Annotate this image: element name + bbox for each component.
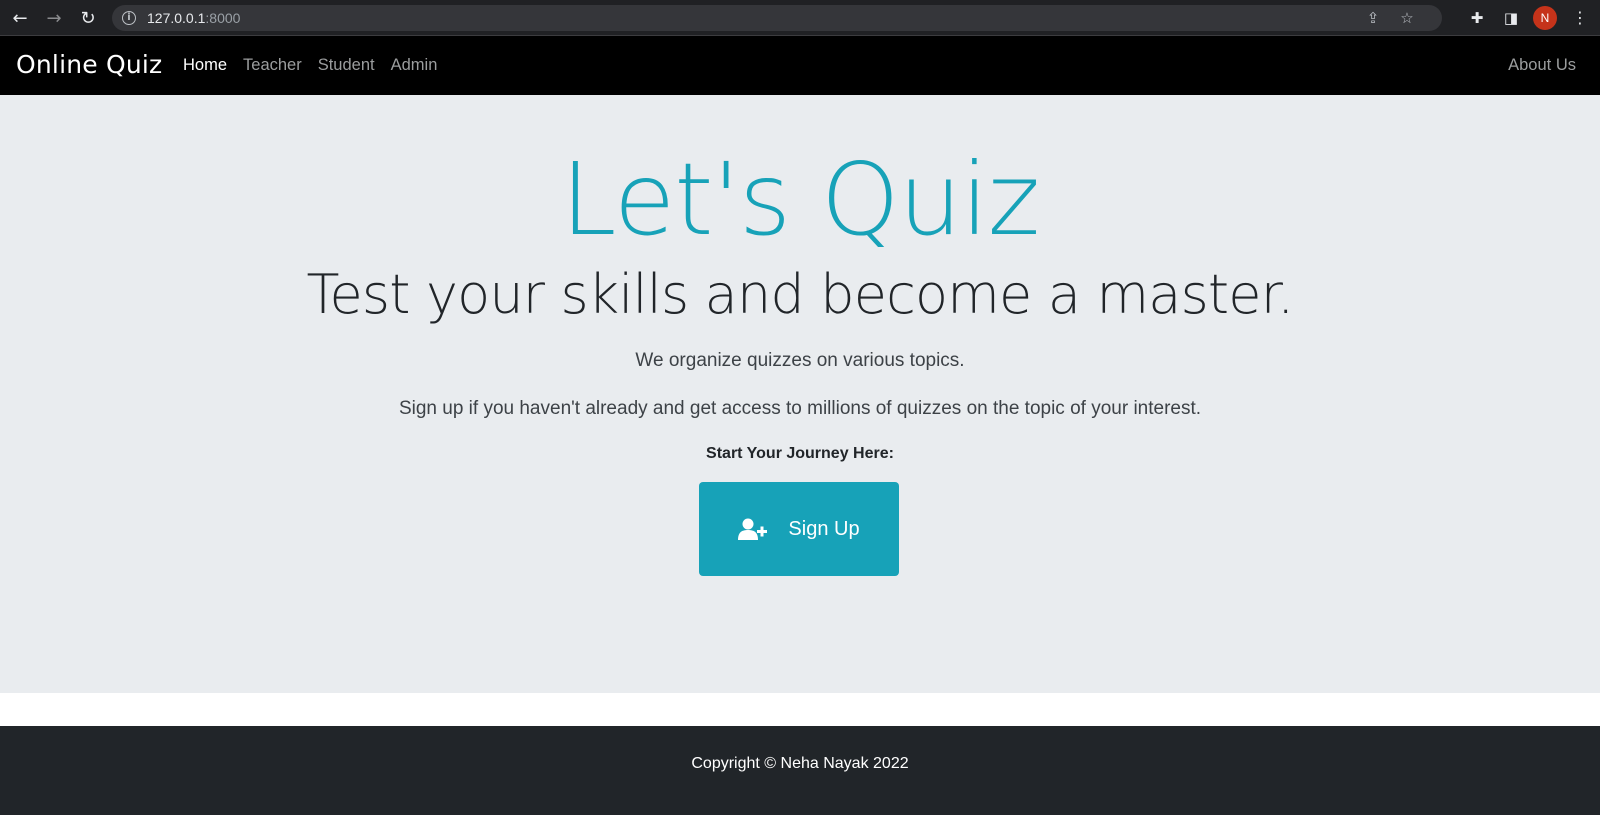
address-bar[interactable]: i 127.0.0.1:8000 ⇪ ☆ <box>112 5 1442 31</box>
forward-arrow-icon[interactable]: → <box>42 6 66 30</box>
brand-logo[interactable]: Online Quiz <box>16 50 162 79</box>
back-arrow-icon[interactable]: ← <box>8 6 32 30</box>
hero-title: Let's Quiz <box>560 141 1040 258</box>
nav-links: Home Teacher Student Admin <box>183 36 453 95</box>
url-port: :8000 <box>205 10 241 26</box>
side-panel-icon[interactable]: ◨ <box>1500 7 1522 29</box>
user-plus-icon <box>738 517 768 541</box>
nav-link-student[interactable]: Student <box>318 56 375 75</box>
hero-paragraph-signup: Sign up if you haven't already and get a… <box>398 398 1202 419</box>
more-menu-icon[interactable]: ⋮ <box>1572 7 1588 29</box>
url-host: 127.0.0.1 <box>147 10 206 26</box>
address-url[interactable]: 127.0.0.1:8000 <box>147 10 240 26</box>
site-navbar: Online Quiz Home Teacher Student Admin A… <box>0 36 1600 95</box>
bookmark-star-icon[interactable]: ☆ <box>1398 9 1416 27</box>
start-journey-label: Start Your Journey Here: <box>706 445 894 462</box>
hero-paragraph-topics: We organize quizzes on various topics. <box>635 350 965 371</box>
site-info-icon[interactable]: i <box>122 11 136 25</box>
profile-avatar[interactable]: N <box>1533 6 1557 30</box>
nav-link-home[interactable]: Home <box>183 56 227 75</box>
browser-toolbar: ← → ↻ i 127.0.0.1:8000 ⇪ ☆ ✚ ◨ N ⋮ <box>0 0 1600 36</box>
hero-lead: Test your skills and become a master. <box>306 263 1294 326</box>
reload-icon[interactable]: ↻ <box>76 6 100 30</box>
nav-link-admin[interactable]: Admin <box>391 56 438 75</box>
nav-link-teacher[interactable]: Teacher <box>243 56 302 75</box>
share-icon[interactable]: ⇪ <box>1364 9 1382 27</box>
hero-section: Let's Quiz Test your skills and become a… <box>0 95 1600 693</box>
signup-button[interactable]: Sign Up <box>699 482 899 576</box>
nav-link-about-us[interactable]: About Us <box>1508 36 1576 95</box>
footer-copyright: Copyright © Neha Nayak 2022 <box>691 755 909 772</box>
signup-button-label: Sign Up <box>788 517 860 540</box>
extensions-puzzle-icon[interactable]: ✚ <box>1466 7 1488 29</box>
site-footer: Copyright © Neha Nayak 2022 <box>0 726 1600 815</box>
